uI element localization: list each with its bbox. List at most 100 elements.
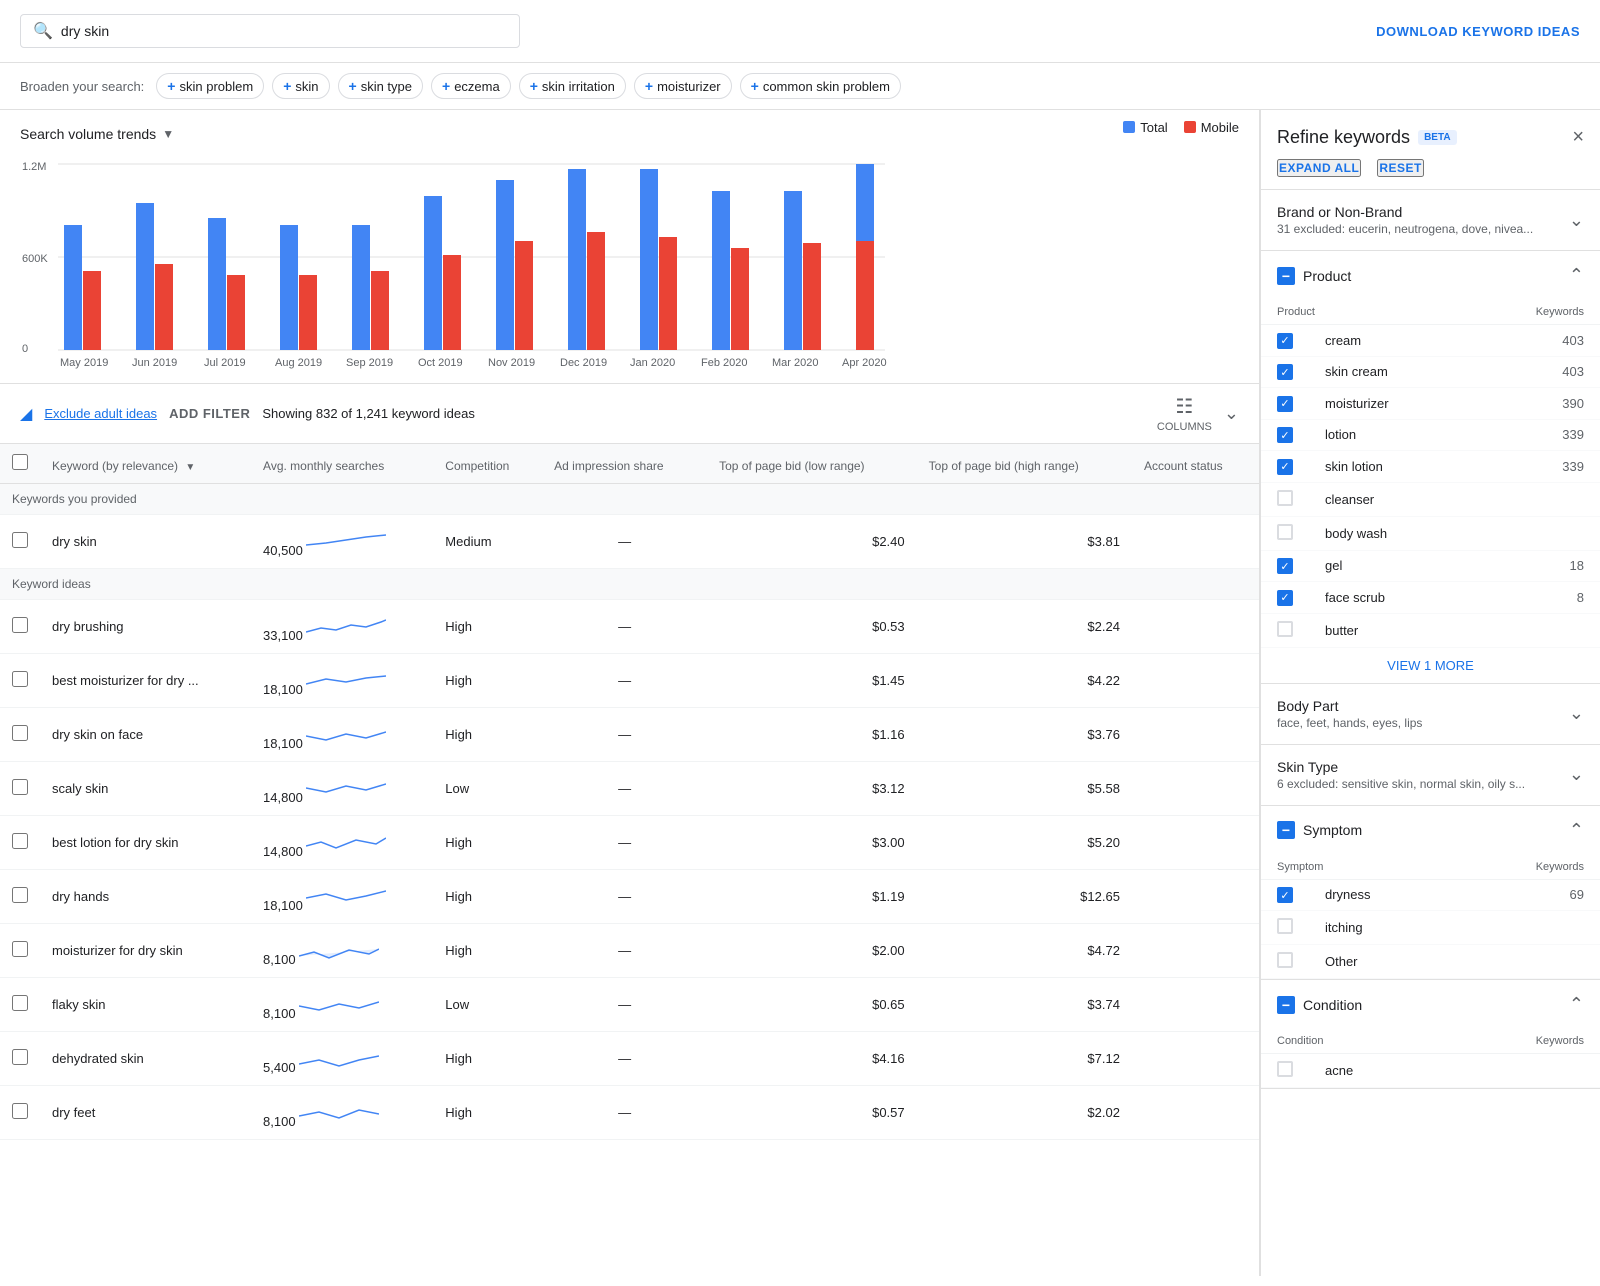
columns-button[interactable]: ☷ COLUMNS	[1157, 394, 1212, 433]
sparkline-chart	[299, 1096, 379, 1126]
row-checkbox[interactable]	[12, 532, 28, 548]
condition-minus-icon: −	[1277, 996, 1295, 1014]
chip-label: moisturizer	[657, 79, 721, 94]
product-checkbox-cream[interactable]: ✓	[1277, 333, 1293, 349]
exclude-adult-button[interactable]: Exclude adult ideas	[44, 406, 157, 421]
sparkline-chart	[306, 718, 386, 748]
row-checkbox[interactable]	[12, 887, 28, 903]
product-checkbox-cleanser[interactable]	[1277, 490, 1293, 506]
sparkline-chart	[306, 772, 386, 802]
collapse-chart-button[interactable]: ⌄	[1224, 403, 1239, 424]
skin-type-section-header[interactable]: Skin Type 6 excluded: sensitive skin, no…	[1261, 745, 1600, 805]
ad-impression-cell: —	[542, 924, 707, 978]
account-status-cell	[1132, 978, 1259, 1032]
svg-text:600K: 600K	[22, 253, 48, 265]
product-count: 403	[1467, 356, 1600, 388]
sparkline-chart	[306, 826, 386, 856]
keyword-header[interactable]: Keyword (by relevance) ▼	[40, 444, 251, 484]
sparkline-chart	[306, 610, 386, 640]
row-checkbox[interactable]	[12, 941, 28, 957]
download-keyword-ideas-button[interactable]: DOWNLOAD KEYWORD IDEAS	[1376, 24, 1580, 39]
symptom-label: dryness	[1309, 879, 1452, 911]
row-checkbox[interactable]	[12, 725, 28, 741]
condition-toggle-icon: ⌃	[1569, 994, 1584, 1015]
broaden-chip-common-skin-problem[interactable]: + common skin problem	[740, 73, 901, 99]
bid-high-cell: $3.74	[917, 978, 1132, 1032]
reset-button[interactable]: RESET	[1377, 159, 1424, 177]
bid-low-cell: $1.19	[707, 870, 917, 924]
refine-header: Refine keywords BETA ×	[1261, 110, 1600, 149]
columns-label: COLUMNS	[1157, 421, 1212, 433]
row-checkbox[interactable]	[12, 1103, 28, 1119]
symptom-checkbox-itching[interactable]	[1277, 918, 1293, 934]
product-checkbox-face-scrub[interactable]: ✓	[1277, 590, 1293, 606]
sparkline-chart	[306, 664, 386, 694]
body-part-section-header[interactable]: Body Part face, feet, hands, eyes, lips …	[1261, 684, 1600, 744]
symptom-keywords-header: Keywords	[1452, 855, 1600, 880]
row-checkbox[interactable]	[12, 1049, 28, 1065]
add-filter-button[interactable]: ADD FILTER	[169, 406, 250, 421]
product-count: 390	[1467, 388, 1600, 420]
close-button[interactable]: ×	[1572, 126, 1584, 149]
row-checkbox[interactable]	[12, 995, 28, 1011]
broaden-chip-skin-type[interactable]: + skin type	[338, 73, 424, 99]
list-item: butter	[1261, 613, 1600, 647]
condition-section: − Condition ⌃ Condition Keywords acne	[1261, 980, 1600, 1089]
product-checkbox-lotion[interactable]: ✓	[1277, 427, 1293, 443]
broaden-chip-eczema[interactable]: + eczema	[431, 73, 511, 99]
product-checkbox-skin-lotion[interactable]: ✓	[1277, 459, 1293, 475]
plus-icon: +	[283, 78, 291, 94]
product-checkbox-gel[interactable]: ✓	[1277, 558, 1293, 574]
keyword-cell: dry hands	[40, 870, 251, 924]
brand-section-header[interactable]: Brand or Non-Brand 31 excluded: eucerin,…	[1261, 190, 1600, 250]
broaden-chip-moisturizer[interactable]: + moisturizer	[634, 73, 732, 99]
legend-total: Total	[1123, 120, 1167, 135]
symptom-section-header[interactable]: − Symptom ⌃	[1261, 806, 1600, 855]
condition-section-header[interactable]: − Condition ⌃	[1261, 980, 1600, 1029]
product-checkbox-moisturizer[interactable]: ✓	[1277, 396, 1293, 412]
condition-table: Condition Keywords acne	[1261, 1029, 1600, 1088]
list-item: itching	[1261, 911, 1600, 945]
keyword-cell: dry skin	[40, 515, 251, 569]
ad-impression-cell: —	[542, 654, 707, 708]
row-checkbox[interactable]	[12, 617, 28, 633]
table-row: dry feet 8,100 High — $0.57 $2.02	[0, 1086, 1259, 1140]
expand-all-button[interactable]: EXPAND ALL	[1277, 159, 1361, 177]
select-all-checkbox[interactable]	[12, 454, 28, 470]
condition-checkbox-acne[interactable]	[1277, 1061, 1293, 1077]
view-more-button[interactable]: VIEW 1 MORE	[1387, 658, 1474, 673]
product-checkbox-butter[interactable]	[1277, 621, 1293, 637]
top-bid-high-header: Top of page bid (high range)	[917, 444, 1132, 484]
filter-funnel-icon[interactable]: ◢	[20, 404, 32, 424]
symptom-checkbox-other[interactable]	[1277, 952, 1293, 968]
row-checkbox-cell[interactable]	[0, 515, 40, 569]
product-section-header[interactable]: − Product ⌃	[1261, 251, 1600, 300]
row-checkbox[interactable]	[12, 833, 28, 849]
product-count: 339	[1467, 451, 1600, 483]
list-item: body wash	[1261, 516, 1600, 550]
chip-label: skin problem	[179, 79, 253, 94]
product-section-toggle-icon: ⌃	[1569, 265, 1584, 286]
ad-impression-cell: —	[542, 870, 707, 924]
svg-text:Oct 2019: Oct 2019	[418, 357, 463, 369]
search-icon: 🔍	[33, 21, 53, 41]
chart-dropdown-icon[interactable]: ▼	[162, 127, 174, 141]
bid-low-cell: $3.12	[707, 762, 917, 816]
symptom-checkbox-dryness[interactable]: ✓	[1277, 887, 1293, 903]
product-checkbox-skin-cream[interactable]: ✓	[1277, 364, 1293, 380]
bid-high-cell: $5.20	[917, 816, 1132, 870]
account-status-cell	[1132, 600, 1259, 654]
product-checkbox-body-wash[interactable]	[1277, 524, 1293, 540]
body-part-toggle-icon: ⌄	[1569, 703, 1584, 724]
ad-impression-cell: —	[542, 1032, 707, 1086]
broaden-chip-skin-irritation[interactable]: + skin irritation	[519, 73, 626, 99]
list-item: ✓ face scrub 8	[1261, 582, 1600, 614]
row-checkbox[interactable]	[12, 671, 28, 687]
broaden-chip-skin-problem[interactable]: + skin problem	[156, 73, 264, 99]
broaden-chip-skin[interactable]: + skin	[272, 73, 329, 99]
search-input[interactable]	[61, 23, 507, 39]
plus-icon: +	[645, 78, 653, 94]
chip-label: eczema	[454, 79, 500, 94]
product-col-header: Product	[1261, 300, 1467, 325]
row-checkbox[interactable]	[12, 779, 28, 795]
